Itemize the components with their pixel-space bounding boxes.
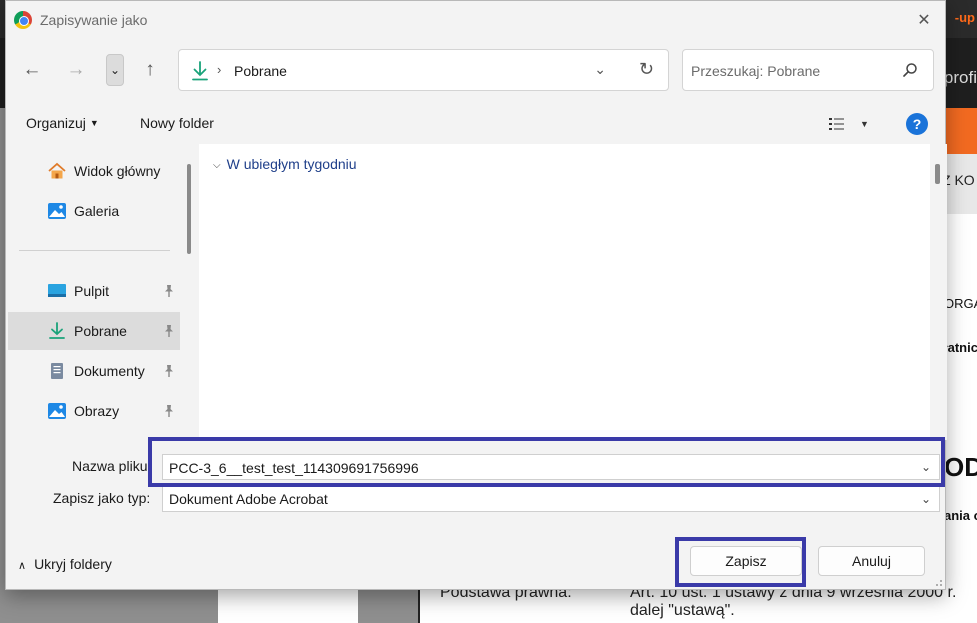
forward-button[interactable]: →	[62, 56, 90, 84]
file-list-pane[interactable]: ⌵ W ubiegłym tygodniu	[199, 144, 930, 440]
nav-item-label: Obrazy	[74, 403, 120, 419]
chrome-icon	[14, 11, 32, 29]
address-dropdown-button[interactable]: ⌄	[594, 61, 606, 78]
file-type-label: Zapisz jako typ:	[53, 490, 151, 506]
nav-item-label: Pulpit	[74, 283, 110, 299]
chevron-down-icon: ⌵	[213, 160, 221, 171]
search-input[interactable]	[691, 60, 891, 82]
nav-item-desktop[interactable]: Pulpit	[8, 272, 180, 310]
organize-button[interactable]: Organizuj ▼	[26, 115, 99, 131]
pin-icon[interactable]	[162, 404, 176, 418]
chevron-down-icon[interactable]: ⌄	[921, 492, 931, 506]
new-folder-button[interactable]: Nowy folder	[140, 115, 214, 131]
up-button[interactable]: ↑	[136, 56, 164, 84]
cancel-button[interactable]: Anuluj	[818, 546, 925, 576]
navigation-pane: Widok główny Galeria Pulpit Pobrane Doku…	[7, 144, 198, 440]
back-button[interactable]: ←	[18, 56, 46, 84]
toolbar: Organizuj ▼ Nowy folder ▼ ?	[6, 105, 945, 143]
view-caret-icon: ▼	[860, 119, 869, 129]
dialog-titlebar: Zapisywanie jako ✕	[6, 1, 945, 39]
group-header-last-week[interactable]: ⌵ W ubiegłym tygodniu	[213, 156, 357, 172]
background-page	[218, 590, 358, 623]
scrollbar-thumb[interactable]	[935, 164, 940, 184]
download-icon	[192, 61, 208, 81]
background-bottom-right-text-2: dalej "ustawą".	[630, 602, 735, 619]
file-list-scrollbar[interactable]	[930, 144, 947, 440]
file-type-row: Zapisz jako typ: Dokument Adobe Acrobat …	[6, 486, 945, 512]
organize-label: Organizuj	[26, 115, 86, 131]
search-box[interactable]	[682, 49, 934, 91]
background-doc-line: łatnic	[944, 340, 977, 355]
file-type-value: Dokument Adobe Acrobat	[169, 491, 328, 507]
nav-item-label: Widok główny	[74, 163, 161, 179]
recent-locations-button[interactable]: ⌄	[106, 54, 124, 86]
nav-scrollbar[interactable]	[187, 164, 191, 254]
group-header-label: W ubiegłym tygodniu	[226, 156, 357, 172]
background-doc-line: OD	[944, 452, 977, 482]
download-icon	[49, 322, 65, 339]
resize-grip-icon[interactable]	[933, 577, 943, 587]
nav-item-label: Dokumenty	[74, 363, 145, 379]
save-as-dialog: Zapisywanie jako ✕ ← → ⌄ ↑ › Pobrane ⌄ ↻…	[5, 0, 947, 590]
pin-icon[interactable]	[162, 284, 176, 298]
background-page-content: Podstawa prawna: Art. 10 ust. 1 ustawy z…	[418, 584, 977, 623]
refresh-button[interactable]: ↻	[639, 59, 654, 80]
help-button[interactable]: ?	[906, 113, 928, 135]
home-icon	[48, 162, 66, 179]
pin-icon[interactable]	[162, 364, 176, 378]
desktop-icon	[48, 284, 66, 297]
dialog-title: Zapisywanie jako	[40, 12, 148, 28]
nav-item-label: Galeria	[74, 203, 120, 219]
pictures-icon	[48, 403, 66, 419]
pin-icon[interactable]	[162, 324, 176, 338]
documents-icon	[51, 363, 63, 379]
nav-item-label: Pobrane	[74, 323, 127, 339]
hide-folders-label: Ukryj foldery	[34, 556, 112, 572]
search-icon[interactable]	[901, 61, 919, 79]
file-type-select[interactable]: Dokument Adobe Acrobat ⌄	[162, 486, 940, 512]
breadcrumb-item-pobrane[interactable]: Pobrane	[234, 63, 287, 79]
organize-caret-icon: ▼	[89, 118, 99, 128]
address-bar[interactable]: › Pobrane ⌄ ↻	[178, 49, 669, 91]
background-tag: -up	[954, 10, 975, 25]
highlight-save-button	[675, 537, 806, 587]
details-view-icon	[829, 118, 844, 130]
background-header-text: profi	[943, 68, 977, 87]
nav-item-pictures[interactable]: Obrazy	[8, 392, 180, 430]
gallery-icon	[48, 203, 66, 219]
nav-item-home[interactable]: Widok główny	[8, 152, 180, 190]
chevron-up-icon: ∧	[18, 560, 27, 572]
close-button[interactable]: ✕	[913, 9, 935, 31]
background-doc-line: ania o	[944, 508, 977, 523]
nav-divider	[19, 250, 170, 251]
highlight-file-name	[148, 437, 945, 487]
nav-item-downloads[interactable]: Pobrane	[8, 312, 180, 350]
hide-folders-button[interactable]: ∧ Ukryj foldery	[18, 556, 112, 572]
file-name-label: Nazwa pliku:	[72, 458, 152, 474]
nav-item-documents[interactable]: Dokumenty	[8, 352, 180, 390]
view-options-button[interactable]: ▼	[828, 114, 876, 134]
breadcrumb-separator: ›	[217, 62, 222, 77]
nav-item-gallery[interactable]: Galeria	[8, 192, 180, 230]
background-doc-line: ORGA	[944, 296, 977, 311]
